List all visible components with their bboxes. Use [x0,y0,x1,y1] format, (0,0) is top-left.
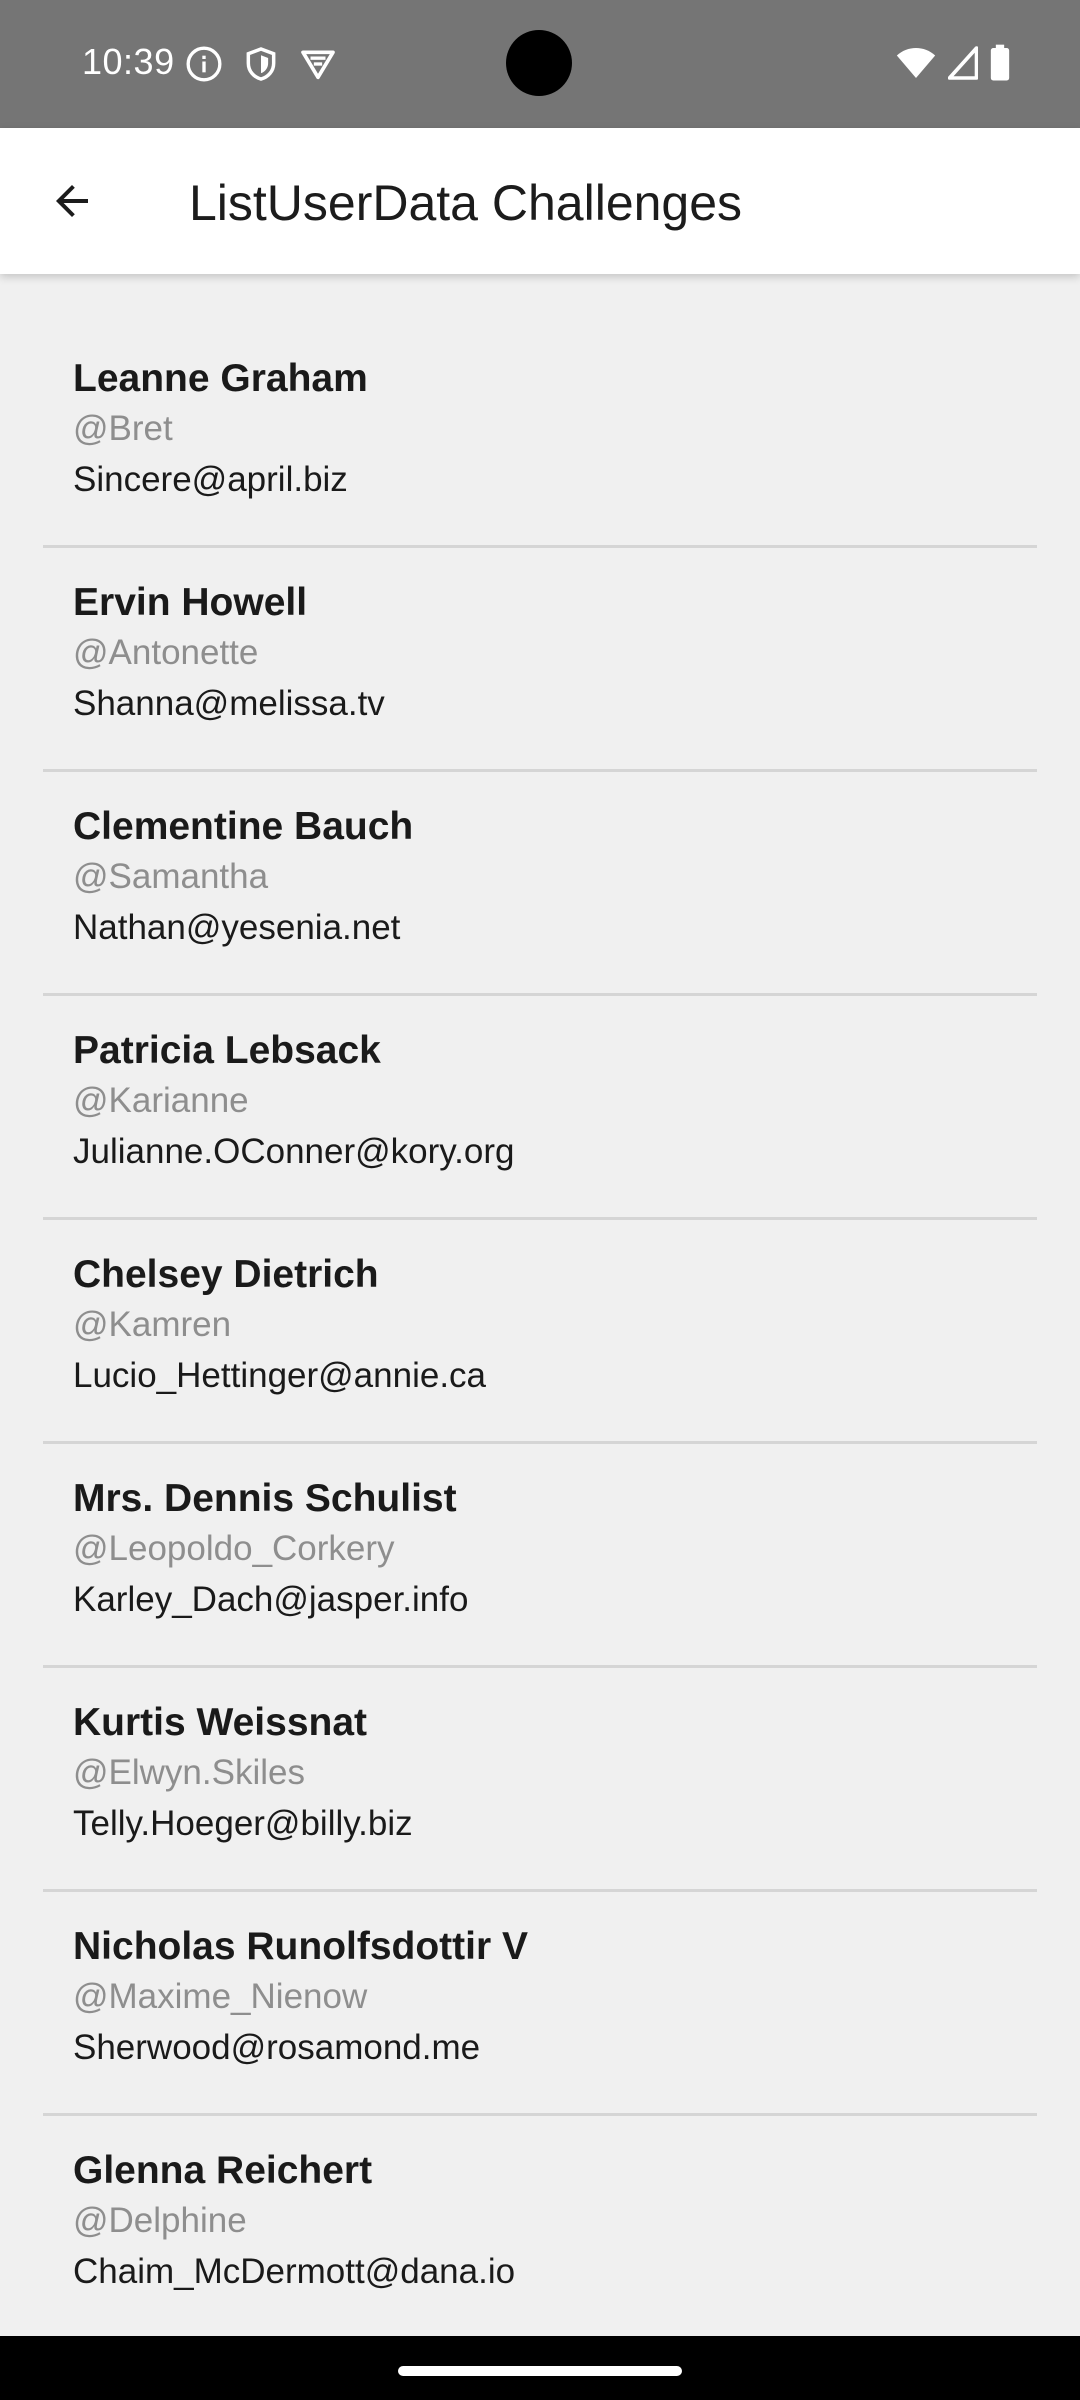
status-time: 10:39 [82,41,175,82]
user-name: Glenna Reichert [73,2149,373,2192]
cellular-signal-icon [947,46,979,85]
user-username: @Karianne [73,1081,249,1120]
back-button[interactable] [30,161,114,245]
user-name: Kurtis Weissnat [73,1701,368,1744]
user-email: Shanna@melissa.tv [73,684,385,723]
status-left-icons [184,44,338,84]
page-title: ListUserData Challenges [189,175,743,231]
list-item[interactable]: Leanne Graham @Bret Sincere@april.biz [43,324,1037,548]
user-name: Nicholas Runolfsdottir V [73,1925,529,1968]
arrow-left-icon [48,177,96,230]
list-item[interactable]: Kurtis Weissnat @Elwyn.Skiles Telly.Hoeg… [43,1668,1037,1892]
user-email: Karley_Dach@jasper.info [73,1580,469,1619]
user-email: Nathan@yesenia.net [73,908,401,947]
user-username: @Maxime_Nienow [73,1977,368,2016]
battery-icon [990,44,1010,87]
shield-icon [242,44,280,84]
status-bar: 10:39 [0,0,1080,128]
user-username: @Elwyn.Skiles [73,1753,305,1792]
user-list: Leanne Graham @Bret Sincere@april.biz Er… [43,324,1037,2340]
user-email: Sincere@april.biz [73,460,348,499]
user-username: @Samantha [73,857,269,896]
list-item[interactable]: Patricia Lebsack @Karianne Julianne.OCon… [43,996,1037,1220]
user-username: @Delphine [73,2201,247,2240]
user-email: Julianne.OConner@kory.org [73,1132,515,1171]
list-item[interactable]: Ervin Howell @Antonette Shanna@melissa.t… [43,548,1037,772]
user-email: Chaim_McDermott@dana.io [73,2252,516,2291]
user-name: Patricia Lebsack [73,1029,381,1072]
app-bar: ListUserData Challenges [0,128,1080,274]
list-item[interactable]: Nicholas Runolfsdottir V @Maxime_Nienow … [43,1892,1037,2116]
home-indicator[interactable] [398,2366,682,2376]
user-email: Lucio_Hettinger@annie.ca [73,1356,487,1395]
navigation-bar [0,2336,1080,2400]
list-item[interactable]: Mrs. Dennis Schulist @Leopoldo_Corkery K… [43,1444,1037,1668]
user-name: Leanne Graham [73,357,368,400]
list-item[interactable]: Glenna Reichert @Delphine Chaim_McDermot… [43,2116,1037,2340]
info-icon [184,44,224,84]
user-email: Sherwood@rosamond.me [73,2028,481,2067]
user-name: Chelsey Dietrich [73,1253,379,1296]
user-name: Clementine Bauch [73,805,414,848]
user-username: @Kamren [73,1305,232,1344]
wifi-icon [896,45,936,86]
vpn-icon [298,44,338,84]
camera-cutout [506,30,572,96]
user-username: @Bret [73,409,173,448]
user-username: @Antonette [73,633,259,672]
user-email: Telly.Hoeger@billy.biz [73,1804,413,1843]
user-name: Ervin Howell [73,581,308,624]
list-item[interactable]: Clementine Bauch @Samantha Nathan@yeseni… [43,772,1037,996]
user-username: @Leopoldo_Corkery [73,1529,395,1568]
list-item[interactable]: Chelsey Dietrich @Kamren Lucio_Hettinger… [43,1220,1037,1444]
user-name: Mrs. Dennis Schulist [73,1477,457,1520]
status-right-icons [896,44,1010,87]
